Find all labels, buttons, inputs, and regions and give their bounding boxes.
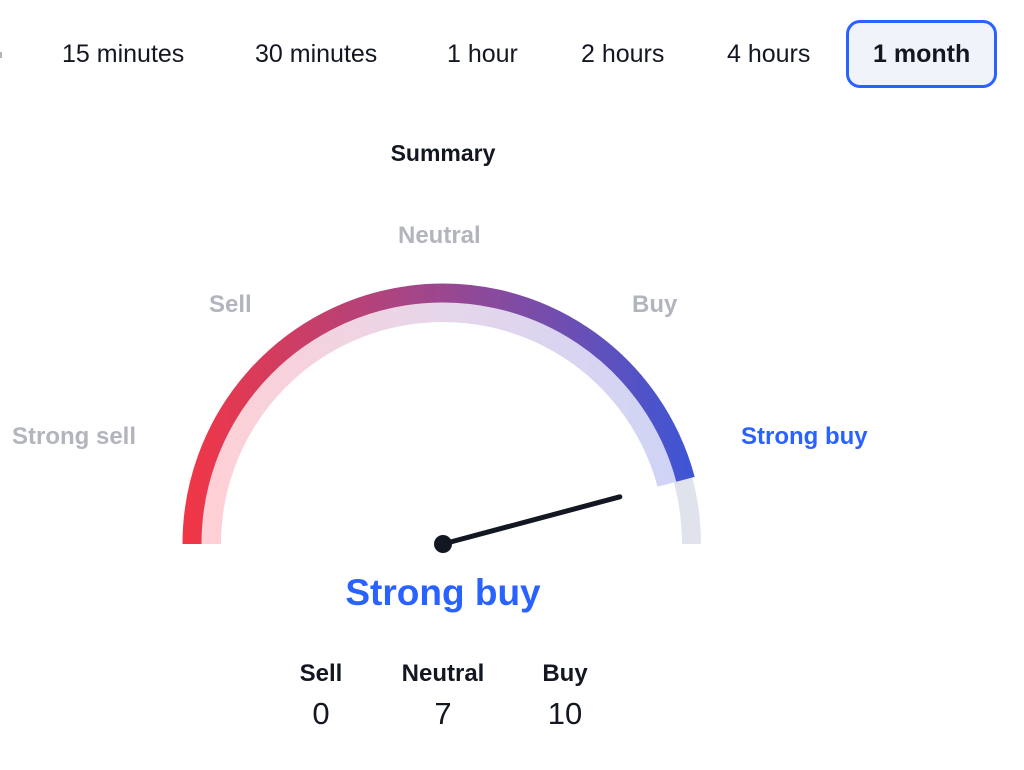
summary-result: Strong buy: [345, 572, 541, 613]
gauge-track: [673, 477, 701, 545]
signal-counts: Sell 0 Neutral 7 Buy 10: [0, 660, 886, 732]
count-value: 7: [434, 696, 452, 731]
gauge-fill: [182, 283, 695, 545]
count-sell: Sell 0: [260, 660, 382, 732]
count-label: Sell: [299, 660, 343, 687]
count-label: Buy: [542, 660, 588, 687]
summary-gauge: [182, 283, 701, 553]
count-buy: Buy 10: [504, 660, 626, 732]
gauge-needle: [440, 494, 623, 547]
count-neutral: Neutral 7: [382, 660, 504, 732]
count-value: 10: [547, 696, 583, 731]
count-label: Neutral: [401, 660, 485, 687]
gauge-needle-hub: [434, 535, 452, 553]
count-value: 0: [312, 696, 330, 731]
